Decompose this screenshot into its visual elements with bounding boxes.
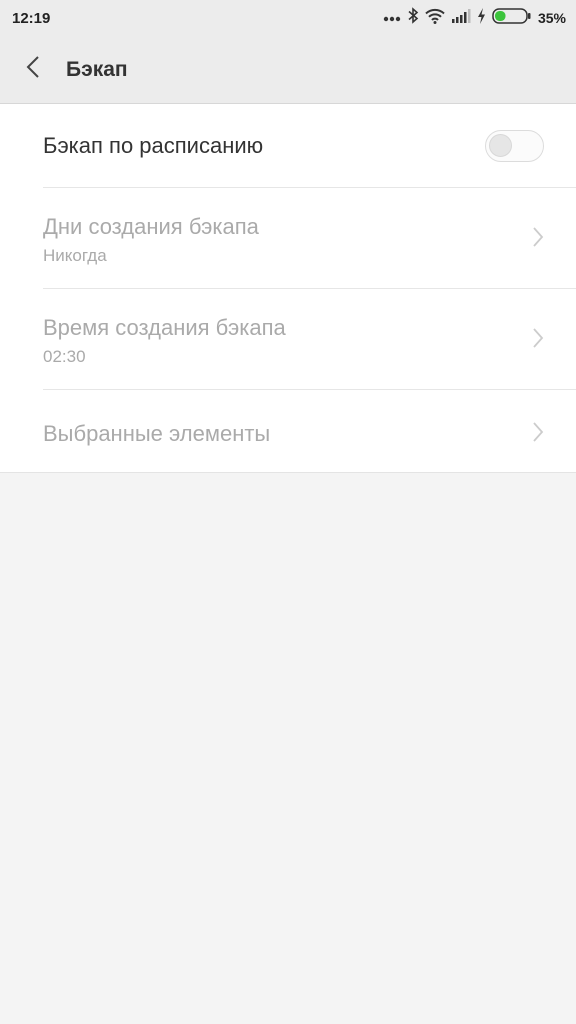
toggle-knob bbox=[489, 134, 512, 157]
backup-days-label: Дни создания бэкапа bbox=[43, 214, 259, 239]
schedule-backup-toggle[interactable] bbox=[485, 130, 544, 162]
chevron-right-icon bbox=[532, 421, 544, 443]
app-header: Бэкап bbox=[0, 36, 576, 104]
selected-items-row[interactable]: Выбранные элементы bbox=[43, 389, 576, 472]
page-title: Бэкап bbox=[66, 57, 128, 81]
more-dots-icon bbox=[383, 9, 401, 27]
chevron-left-icon bbox=[26, 55, 40, 84]
charging-icon bbox=[477, 7, 486, 29]
bluetooth-icon bbox=[407, 7, 419, 29]
battery-icon bbox=[492, 7, 532, 29]
settings-list: Бэкап по расписанию Дни создания бэкапа … bbox=[0, 104, 576, 473]
status-icons: 35% bbox=[383, 7, 566, 29]
wifi-icon bbox=[425, 8, 445, 29]
chevron-right-icon bbox=[532, 327, 544, 349]
schedule-backup-row[interactable]: Бэкап по расписанию bbox=[43, 104, 576, 187]
backup-time-value: 02:30 bbox=[43, 347, 86, 366]
backup-days-row[interactable]: Дни создания бэкапа Никогда bbox=[43, 187, 576, 288]
selected-items-label: Выбранные элементы bbox=[43, 421, 271, 446]
backup-time-label: Время создания бэкапа bbox=[43, 315, 286, 340]
backup-time-row[interactable]: Время создания бэкапа 02:30 bbox=[43, 288, 576, 389]
backup-days-value: Никогда bbox=[43, 246, 107, 265]
status-time: 12:19 bbox=[12, 9, 51, 27]
schedule-backup-label: Бэкап по расписанию bbox=[43, 133, 264, 158]
battery-percent: 35% bbox=[537, 10, 566, 26]
signal-icon bbox=[451, 8, 471, 28]
status-bar: 12:19 35% bbox=[0, 0, 576, 36]
back-button[interactable] bbox=[0, 36, 66, 104]
chevron-right-icon bbox=[532, 226, 544, 248]
